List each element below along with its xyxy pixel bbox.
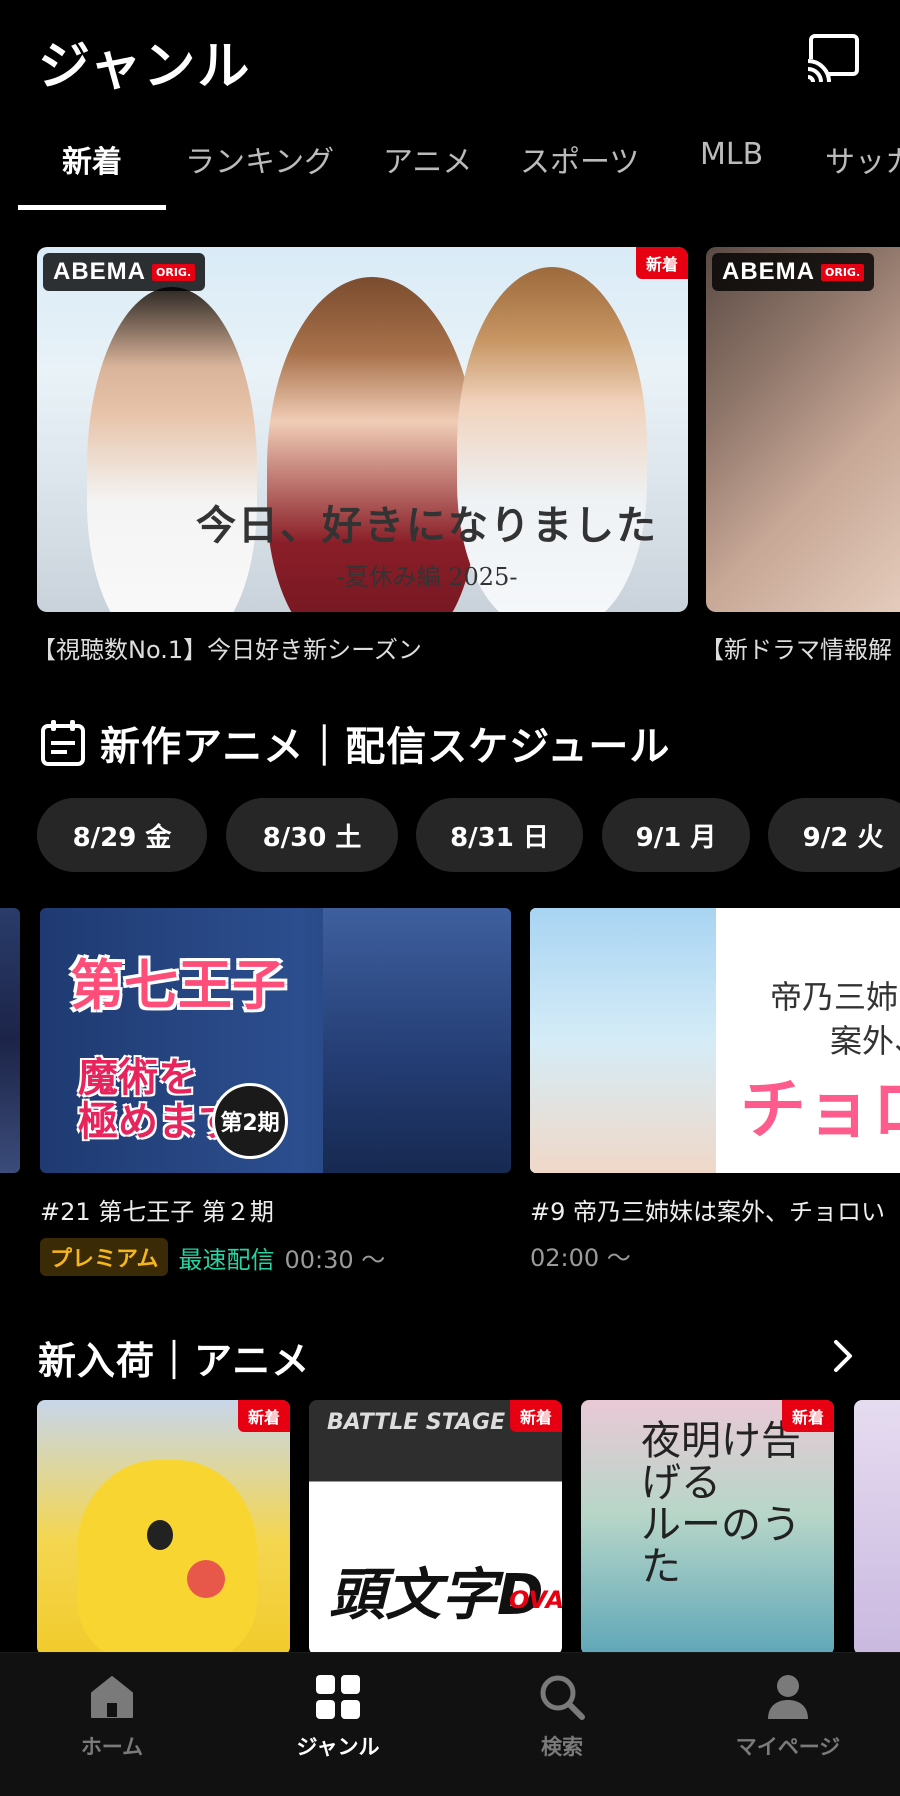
tab-sports[interactable]: スポーツ xyxy=(520,137,639,181)
header: ジャンル xyxy=(0,0,900,115)
nav-home[interactable]: ホーム xyxy=(32,1673,192,1761)
hero-caption[interactable]: 【視聴数No.1】今日好き新シーズン xyxy=(32,630,422,665)
anime-tile[interactable]: BATTLE STAGE 頭文字D OVA 新着 xyxy=(309,1400,562,1655)
tab-new[interactable]: 新着 xyxy=(62,137,122,181)
calendar-icon xyxy=(41,720,85,766)
search-icon xyxy=(540,1675,585,1720)
person-icon xyxy=(768,1675,808,1719)
grid-icon xyxy=(316,1675,360,1719)
tab-anime[interactable]: アニメ xyxy=(383,137,472,181)
air-time: 00:30 〜 xyxy=(284,1245,386,1274)
new-badge: 新着 xyxy=(781,1400,834,1432)
genre-tabs: 新着 ランキング アニメ スポーツ MLB サッカ xyxy=(0,115,900,211)
date-pill[interactable]: 8/30 土 xyxy=(226,798,398,872)
active-tab-indicator xyxy=(18,205,166,210)
key-visual xyxy=(323,908,511,1173)
chevron-right-icon[interactable] xyxy=(828,1336,858,1376)
nav-search[interactable]: 検索 xyxy=(482,1673,642,1761)
hero-card[interactable]: ABEMA ORIG. xyxy=(706,247,900,612)
date-pill[interactable]: 8/31 日 xyxy=(416,798,583,872)
episode-title[interactable]: #21 第七王子 第２期 xyxy=(40,1192,274,1227)
fast-release-label: 最速配信 xyxy=(178,1245,275,1274)
schedule-section-header: 新作アニメ｜配信スケジュール xyxy=(40,714,670,772)
abema-original-badge: ABEMA ORIG. xyxy=(712,253,875,291)
tab-ranking[interactable]: ランキング xyxy=(185,137,334,181)
anime-card[interactable]: 帝乃三姉 案外、 チョロ xyxy=(530,908,900,1173)
abema-original-badge: ABEMA ORIG. xyxy=(43,253,206,291)
anime-tile[interactable] xyxy=(854,1400,900,1655)
new-arrivals-title: 新入荷｜アニメ xyxy=(38,1339,311,1383)
date-selector: 8/29 金 8/30 土 8/31 日 9/1 月 9/2 火 xyxy=(0,798,900,872)
anime-card-peek[interactable] xyxy=(0,908,20,1173)
nav-mypage[interactable]: マイページ xyxy=(708,1673,868,1761)
home-icon xyxy=(91,1676,133,1718)
episode-meta: 02:00 〜 xyxy=(530,1238,631,1273)
hero-card[interactable]: ABEMA ORIG. 新着 今日、好きになりました -夏休み編 2025- xyxy=(37,247,688,612)
anime-tile[interactable]: 新着 xyxy=(37,1400,290,1655)
bottom-nav: ホーム ジャンル 検索 マイページ xyxy=(0,1652,900,1796)
date-pill[interactable]: 9/1 月 xyxy=(602,798,750,872)
cast-icon[interactable] xyxy=(805,33,861,83)
nav-genre[interactable]: ジャンル xyxy=(258,1673,418,1761)
anime-tile[interactable]: 夜明け告げる ルーのうた 新着 xyxy=(581,1400,834,1655)
section-title: 新作アニメ｜配信スケジュール xyxy=(100,724,671,770)
new-badge: 新着 xyxy=(509,1400,562,1432)
tab-mlb[interactable]: MLB xyxy=(700,137,763,172)
air-time: 02:00 〜 xyxy=(530,1244,631,1272)
hero-title-logo: 今日、好きになりました -夏休み編 2025- xyxy=(196,502,658,591)
episode-title[interactable]: #9 帝乃三姉妹は案外、チョロい xyxy=(530,1192,885,1227)
date-pill[interactable]: 9/2 火 xyxy=(768,798,900,872)
premium-badge: プレミアム xyxy=(40,1238,169,1276)
new-badge: 新着 xyxy=(635,247,688,279)
new-badge: 新着 xyxy=(237,1400,290,1432)
tab-soccer[interactable]: サッカ xyxy=(825,137,900,181)
page-title: ジャンル xyxy=(38,37,252,97)
anime-card[interactable]: 第七王子 魔術を 極めます 第2期 xyxy=(40,908,511,1173)
date-pill[interactable]: 8/29 金 xyxy=(37,798,207,872)
hero-caption[interactable]: 【新ドラマ情報解 xyxy=(700,630,892,665)
key-visual xyxy=(530,908,716,1173)
episode-meta: プレミアム 最速配信 00:30 〜 xyxy=(40,1238,385,1276)
